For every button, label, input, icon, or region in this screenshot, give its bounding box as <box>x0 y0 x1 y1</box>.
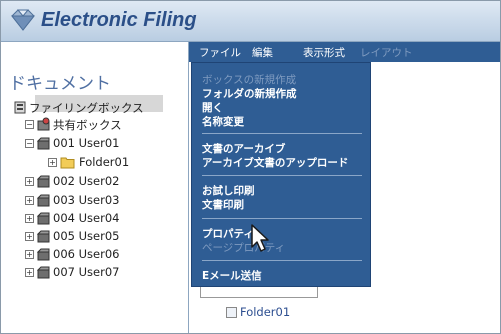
folder-icon <box>60 157 75 169</box>
menu-item-page-properties: ページプロパティ <box>202 242 286 254</box>
tree-label: Folder01 <box>79 155 130 169</box>
menu-item-upload-archive[interactable]: アーカイブ文書のアップロード <box>202 155 348 170</box>
menu-file[interactable]: ファイル <box>199 45 241 60</box>
file-menu-dropdown: ボックスの新規作成 フォルダの新規作成 開く 名称変更 文書のアーカイブ アーカ… <box>191 62 371 287</box>
user-box-icon <box>37 212 50 225</box>
expand-icon[interactable]: + <box>25 196 34 205</box>
expand-icon[interactable]: + <box>25 268 34 277</box>
tree-label: 004 User04 <box>53 211 120 225</box>
menu-edit[interactable]: 編集 <box>252 45 273 60</box>
app-window: Electronic Filing ファイル 編集 表示形式 レイアウト ドキュ… <box>0 0 501 334</box>
expand-icon[interactable]: + <box>25 214 34 223</box>
tree-item-box-005[interactable]: + 005 User05 <box>25 229 185 245</box>
menu-item-email[interactable]: Eメール送信 <box>202 268 262 283</box>
menu-separator <box>202 218 362 219</box>
user-box-icon <box>37 230 50 243</box>
menubar: ファイル 編集 表示形式 レイアウト <box>189 42 500 62</box>
menu-item-print[interactable]: 文書印刷 <box>202 197 244 212</box>
tree-label: 002 User02 <box>53 174 120 188</box>
tree-item-box-007[interactable]: + 007 User07 <box>25 265 185 281</box>
expand-icon[interactable]: + <box>25 232 34 241</box>
user-box-icon <box>37 248 50 261</box>
tree-item-box-006[interactable]: + 006 User06 <box>25 247 185 263</box>
menu-item-test-print[interactable]: お試し印刷 <box>202 183 255 198</box>
expand-icon[interactable]: + <box>25 177 34 186</box>
sidebar-title: ドキュメント <box>9 74 111 94</box>
tree-item-box-003[interactable]: + 003 User03 <box>25 193 185 209</box>
shared-box-icon <box>37 117 50 131</box>
menu-separator <box>202 175 362 176</box>
gem-logo-icon <box>10 9 36 31</box>
tree-item-shared-box[interactable]: − 共有ボックス <box>25 117 185 133</box>
menu-item-properties[interactable]: プロパティ <box>202 226 254 241</box>
menu-item-rename[interactable]: 名称変更 <box>202 114 244 129</box>
menu-item-archive[interactable]: 文書のアーカイブ <box>202 141 285 156</box>
user-box-icon <box>37 137 50 150</box>
menu-layout: レイアウト <box>360 47 413 59</box>
tree-item-box-002[interactable]: + 002 User02 <box>25 174 185 190</box>
tree-label: 003 User03 <box>53 193 120 207</box>
tree-label: 005 User05 <box>53 229 120 243</box>
placeholder <box>25 96 185 112</box>
tree-label: 共有ボックス <box>53 118 122 132</box>
menu-separator <box>202 133 362 134</box>
tree-item-folder01[interactable]: + Folder01 <box>48 155 178 171</box>
menu-item-new-folder[interactable]: フォルダの新規作成 <box>202 86 297 101</box>
content-folder-link[interactable]: Folder01 <box>240 305 290 319</box>
user-box-icon <box>37 194 50 207</box>
app-header: Electronic Filing <box>1 1 500 42</box>
folder-checkbox[interactable] <box>226 307 237 318</box>
tree-label: 007 User07 <box>53 265 120 279</box>
menu-item-new-box: ボックスの新規作成 <box>202 74 297 86</box>
menu-separator <box>202 260 362 261</box>
tree-item-box-001[interactable]: − 001 User01 <box>25 136 185 152</box>
tree-label: 001 User01 <box>53 136 120 150</box>
expand-icon[interactable]: + <box>25 250 34 259</box>
mouse-pointer-icon <box>251 224 269 252</box>
user-box-icon <box>37 175 50 188</box>
menu-item-open[interactable]: 開く <box>202 100 223 115</box>
collapse-icon[interactable]: − <box>25 139 34 148</box>
menu-view[interactable]: 表示形式 <box>303 45 345 60</box>
user-box-icon <box>37 266 50 279</box>
expand-icon[interactable]: + <box>48 158 57 167</box>
tree-label: 006 User06 <box>53 247 120 261</box>
app-title: Electronic Filing <box>41 9 197 31</box>
tree-item-box-004[interactable]: + 004 User04 <box>25 211 185 227</box>
collapse-icon[interactable]: − <box>25 120 34 129</box>
